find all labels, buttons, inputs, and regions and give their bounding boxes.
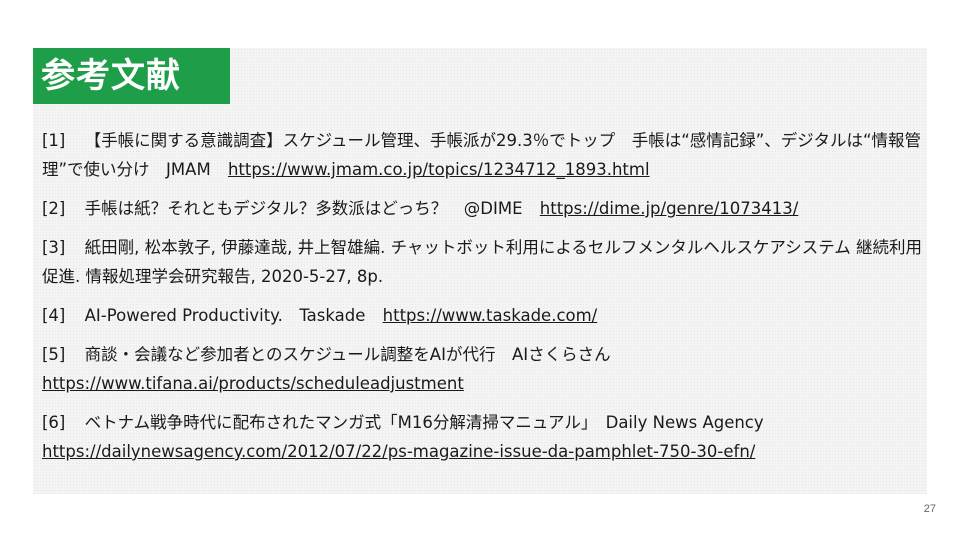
reference-text: AI-Powered Productivity. Taskade bbox=[84, 306, 366, 325]
reference-item-6: [6] ベトナム戦争時代に配布されたマンガ式「M16分解清掃マニュアル」 Dai… bbox=[42, 408, 922, 466]
reference-item-3: [3] 紙田剛, 松本敦子, 伊藤達哉, 井上智雄編. チャットボット利用による… bbox=[42, 233, 922, 291]
page-number: 27 bbox=[923, 503, 936, 515]
reference-item-1: [1] 【手帳に関する意識調査】スケジュール管理、手帳派が29.3％でトップ 手… bbox=[42, 126, 922, 184]
reference-item-4: [4] AI-Powered Productivity. Taskade htt… bbox=[42, 301, 922, 330]
reference-text: ベトナム戦争時代に配布されたマンガ式「M16分解清掃マニュアル」 Daily N… bbox=[84, 413, 764, 432]
reference-number: [5] bbox=[42, 345, 66, 364]
reference-number: [4] bbox=[42, 306, 66, 325]
reference-link[interactable]: https://www.taskade.com/ bbox=[383, 306, 598, 325]
reference-link[interactable]: https://www.tifana.ai/products/schedulea… bbox=[42, 374, 464, 393]
reference-link[interactable]: https://dailynewsagency.com/2012/07/22/p… bbox=[42, 442, 755, 461]
reference-link[interactable]: https://www.jmam.co.jp/topics/1234712_18… bbox=[228, 160, 650, 179]
reference-list: [1] 【手帳に関する意識調査】スケジュール管理、手帳派が29.3％でトップ 手… bbox=[42, 126, 922, 476]
reference-item-5: [5] 商談・会議など参加者とのスケジュール調整をAIが代行 AIさくらさん h… bbox=[42, 340, 922, 398]
reference-number: [2] bbox=[42, 199, 66, 218]
slide-title: 参考文献 bbox=[33, 48, 230, 104]
reference-text: 手帳は紙？それともデジタル？多数派はどっち？ @DIME bbox=[84, 199, 523, 218]
reference-link[interactable]: https://dime.jp/genre/1073413/ bbox=[540, 199, 799, 218]
reference-text: 商談・会議など参加者とのスケジュール調整をAIが代行 AIさくらさん bbox=[84, 345, 611, 364]
reference-number: [1] bbox=[42, 131, 66, 150]
reference-number: [3] bbox=[42, 238, 66, 257]
reference-number: [6] bbox=[42, 413, 66, 432]
reference-text: 紙田剛, 松本敦子, 伊藤達哉, 井上智雄編. チャットボット利用によるセルフメ… bbox=[42, 238, 923, 286]
reference-item-2: [2] 手帳は紙？それともデジタル？多数派はどっち？ @DIME https:/… bbox=[42, 194, 922, 223]
